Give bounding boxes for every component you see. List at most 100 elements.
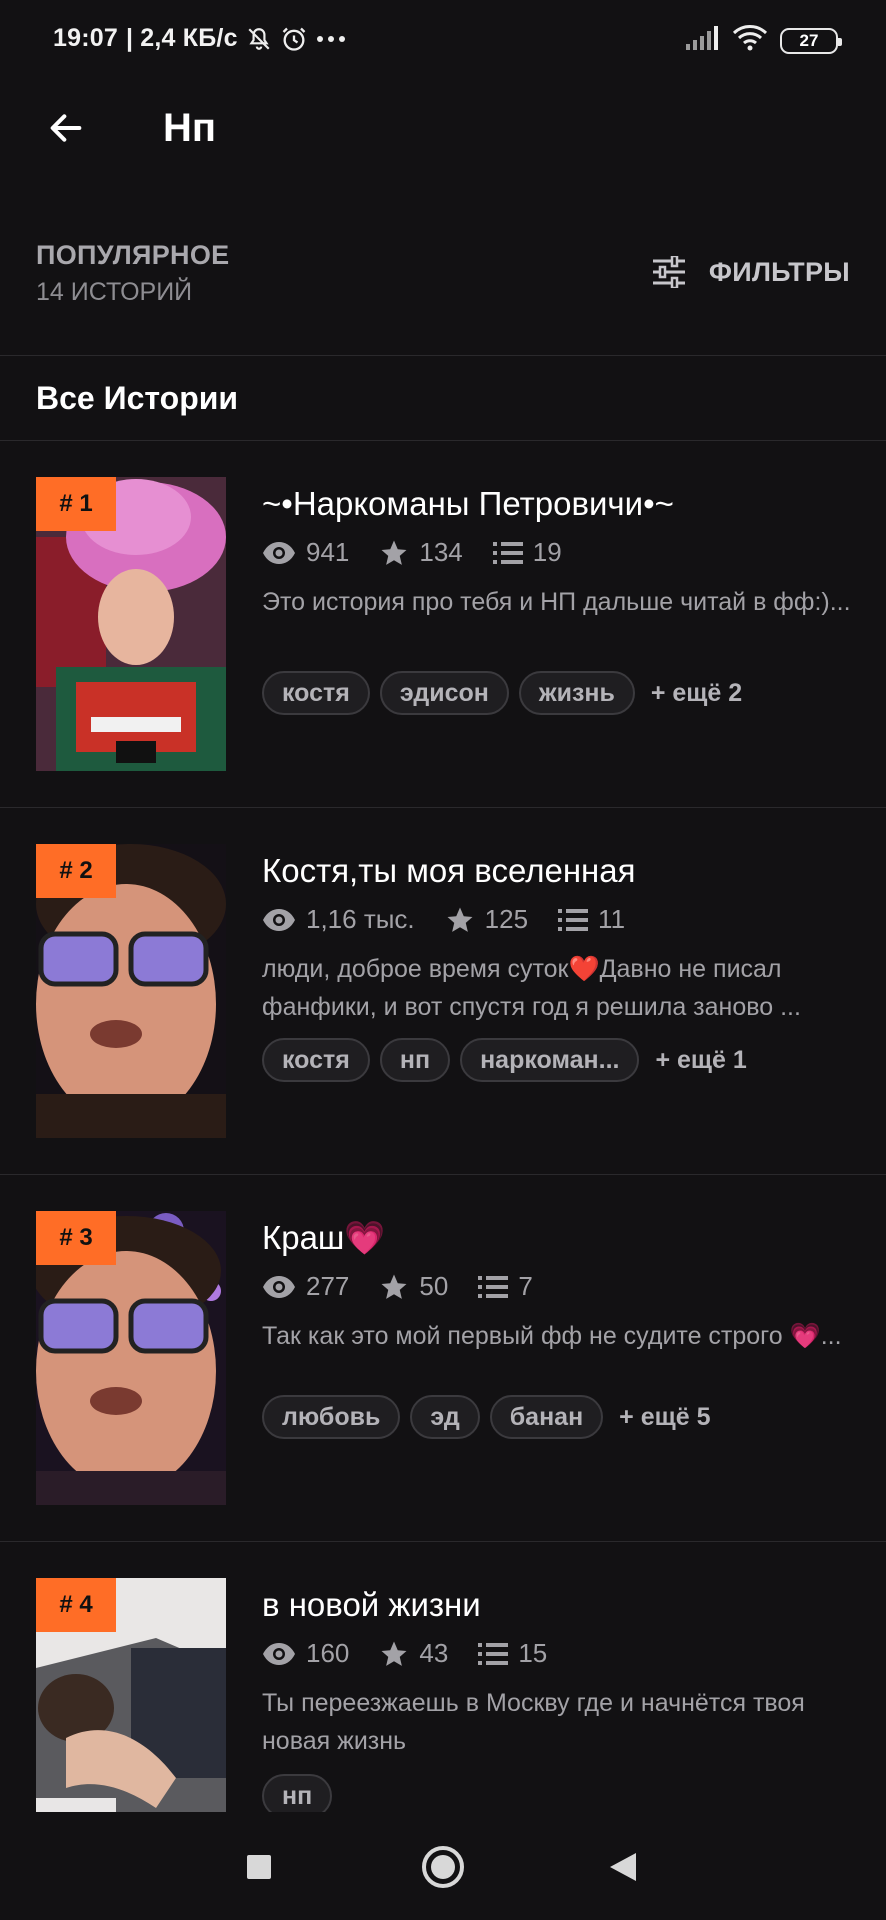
star-icon xyxy=(381,540,407,565)
story-stats: 277 50 7 xyxy=(262,1271,563,1302)
story-tags: любовь эд банан + ещё 5 xyxy=(262,1395,710,1439)
list-icon xyxy=(492,541,523,564)
story-tags: костя эдисон жизнь + ещё 2 xyxy=(262,671,742,715)
recents-square-icon xyxy=(247,1855,271,1879)
app-bar: Нп xyxy=(0,80,886,176)
views-count: 160 xyxy=(306,1638,350,1668)
list-icon xyxy=(478,1275,509,1298)
views-stat: 1,16 тыс. xyxy=(262,904,415,935)
stars-count: 43 xyxy=(419,1638,449,1668)
sliders-icon xyxy=(652,256,685,288)
tag-chip[interactable]: нп xyxy=(379,1038,451,1082)
status-time: 19:07 xyxy=(53,24,118,52)
more-tags[interactable]: + ещё 2 xyxy=(651,679,742,708)
eye-icon xyxy=(263,908,295,931)
stars-stat: 50 xyxy=(379,1271,448,1302)
tag-chip[interactable]: наркоман... xyxy=(460,1038,640,1082)
views-count: 941 xyxy=(306,537,350,567)
eye-icon xyxy=(263,1275,295,1298)
star-icon xyxy=(381,1641,407,1666)
parts-count: 15 xyxy=(518,1638,548,1668)
section-header: Все Истории xyxy=(0,356,886,441)
page-title: Нп xyxy=(163,106,217,150)
tag-chip[interactable]: любовь xyxy=(262,1395,401,1439)
story-description: Так как это мой первый фф не судите стро… xyxy=(262,1322,842,1350)
more-tags[interactable]: + ещё 1 xyxy=(655,1046,746,1075)
parts-stat: 7 xyxy=(478,1271,533,1302)
story-stats: 160 43 15 xyxy=(262,1638,577,1669)
nav-back-button[interactable] xyxy=(598,1842,648,1892)
story-stats: 1,16 тыс. 125 11 xyxy=(262,904,655,935)
story-tags: костя нп наркоман... + ещё 1 xyxy=(262,1038,747,1082)
eye-icon xyxy=(263,1642,295,1665)
story-description: люди, доброе время суток❤️Давно не писал… xyxy=(262,955,801,1021)
parts-stat: 15 xyxy=(478,1638,547,1669)
story-count: 14 ИСТОРИЙ xyxy=(36,278,193,306)
recents-button[interactable] xyxy=(234,1842,284,1892)
tag-chip[interactable]: жизнь xyxy=(518,671,635,715)
tag-chip[interactable]: эдисон xyxy=(379,671,509,715)
back-triangle-icon xyxy=(610,1853,636,1881)
stars-stat: 125 xyxy=(445,904,528,935)
stars-stat: 134 xyxy=(379,537,463,568)
sort-row: ПОПУЛЯРНОЕ 14 ИСТОРИЙ ФИЛЬТРЫ xyxy=(0,230,886,356)
stars-stat: 43 xyxy=(379,1638,448,1669)
battery-level: 27 xyxy=(799,30,819,50)
tag-chip[interactable]: костя xyxy=(262,1038,370,1082)
tag-chip[interactable]: банан xyxy=(489,1395,604,1439)
star-icon xyxy=(381,1274,407,1299)
story-item[interactable]: # 2 Костя,ты моя вселенная 1,16 тыс. 125… xyxy=(0,808,886,1175)
list-icon xyxy=(478,1642,509,1665)
views-count: 277 xyxy=(306,1271,350,1301)
story-title[interactable]: ~•Наркоманы Петровичи•~ xyxy=(262,485,674,523)
parts-count: 7 xyxy=(518,1271,533,1301)
views-stat: 941 xyxy=(262,537,349,568)
status-bar: 19:07 | 2,4 КБ/с 27 xyxy=(0,0,886,80)
story-item[interactable]: # 1 ~•Наркоманы Петровичи•~ 941 134 19 Э… xyxy=(0,441,886,808)
story-title[interactable]: Костя,ты моя вселенная xyxy=(262,852,636,890)
filters-label: ФИЛЬТРЫ xyxy=(708,256,850,287)
stars-count: 134 xyxy=(419,537,463,567)
story-title[interactable]: Краш💗 xyxy=(262,1219,386,1258)
views-stat: 277 xyxy=(262,1271,349,1302)
alarm-icon xyxy=(280,25,308,53)
wifi-icon xyxy=(732,24,768,57)
rank-badge: # 2 xyxy=(36,844,116,898)
status-left: 19:07 | 2,4 КБ/с xyxy=(53,24,346,53)
arrow-left-icon xyxy=(50,114,82,142)
parts-stat: 11 xyxy=(558,904,625,935)
back-button[interactable] xyxy=(40,102,92,154)
parts-stat: 19 xyxy=(492,537,562,568)
star-icon xyxy=(447,907,473,932)
views-count: 1,16 тыс. xyxy=(306,904,415,934)
story-description: Ты переезжаешь в Москву где и начнётся т… xyxy=(262,1689,805,1755)
system-nav-bar xyxy=(0,1812,886,1920)
rank-badge: # 1 xyxy=(36,477,116,531)
story-title[interactable]: в новой жизни xyxy=(262,1586,481,1624)
story-description: Это история про тебя и НП дальше читай в… xyxy=(262,588,851,616)
home-circle-icon xyxy=(422,1846,464,1888)
parts-count: 11 xyxy=(598,904,626,934)
story-item[interactable]: # 3 Краш💗 277 50 7 Так как это мой первы… xyxy=(0,1175,886,1542)
section-title: Все Истории xyxy=(36,380,239,416)
status-speed: | 2,4 КБ/с xyxy=(125,24,238,52)
more-tags[interactable]: + ещё 5 xyxy=(619,1403,710,1432)
list-icon xyxy=(558,908,589,931)
rank-badge: # 4 xyxy=(36,1578,116,1632)
filters-button[interactable]: ФИЛЬТРЫ xyxy=(651,256,850,288)
stars-count: 50 xyxy=(419,1271,449,1301)
rank-badge: # 3 xyxy=(36,1211,116,1265)
bell-off-icon xyxy=(246,26,272,52)
story-stats: 941 134 19 xyxy=(262,537,592,568)
signal-icon xyxy=(686,26,720,55)
stars-count: 125 xyxy=(484,904,529,934)
tag-chip[interactable]: костя xyxy=(262,671,370,715)
tag-chip[interactable]: эд xyxy=(410,1395,480,1439)
home-button[interactable] xyxy=(418,1842,468,1892)
parts-count: 19 xyxy=(532,537,562,567)
views-stat: 160 xyxy=(262,1638,349,1669)
sort-title[interactable]: ПОПУЛЯРНОЕ xyxy=(36,240,229,271)
more-dots-icon xyxy=(316,34,346,44)
battery-icon: 27 xyxy=(780,27,842,54)
eye-icon xyxy=(263,541,295,564)
